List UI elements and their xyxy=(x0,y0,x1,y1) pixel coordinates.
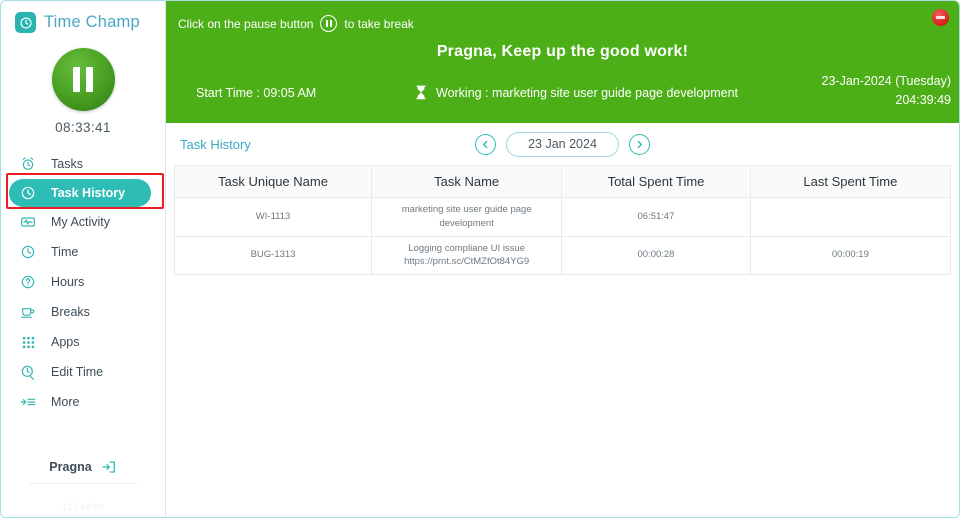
table-row[interactable]: BUG-1313 Logging compliane UI issue http… xyxy=(173,235,952,276)
column-header-last-spent-time: Last Spent Time xyxy=(749,165,952,198)
pause-icon xyxy=(86,67,93,92)
date-picker-value[interactable]: 23 Jan 2024 xyxy=(506,131,619,157)
table-header-row: Task Unique Name Task Name Total Spent T… xyxy=(173,165,952,198)
history-clock-icon xyxy=(19,184,37,202)
cell-total-spent-time: 00:00:28 xyxy=(561,235,751,276)
sidebar-item-time[interactable]: Time xyxy=(1,237,165,267)
sidebar-item-breaks[interactable]: Breaks xyxy=(1,297,165,327)
banner-date-block: 23-Jan-2024 (Tuesday) 204:39:49 xyxy=(822,72,951,110)
user-row: Pragna xyxy=(1,459,165,475)
pause-hint-suffix: to take break xyxy=(344,16,414,31)
chevron-left-icon[interactable] xyxy=(475,133,496,155)
sidebar-item-apps[interactable]: Apps xyxy=(1,327,165,357)
sidebar-nav: Tasks Task History My Activity Time Hour… xyxy=(1,149,165,417)
status-banner: Click on the pause button to take break … xyxy=(166,1,959,123)
divider xyxy=(29,483,137,484)
pause-button[interactable] xyxy=(51,48,115,111)
build-id: 1234890 xyxy=(61,502,105,512)
alarm-clock-icon xyxy=(19,155,37,173)
date-navigator: 23 Jan 2024 xyxy=(166,131,959,157)
timer-block: 08:33:41 xyxy=(1,48,165,135)
brand-name: Time Champ xyxy=(44,13,140,31)
cell-total-spent-time: 06:51:47 xyxy=(561,197,751,237)
brand: Time Champ xyxy=(1,1,165,33)
sidebar: Time Champ 08:33:41 Tasks Task History M… xyxy=(1,1,166,517)
question-circle-icon xyxy=(19,273,37,291)
column-header-task-name: Task Name xyxy=(371,165,563,198)
working-status: Working : marketing site user guide page… xyxy=(414,85,738,101)
grid-dots-icon xyxy=(19,333,37,351)
sidebar-item-my-activity[interactable]: My Activity xyxy=(1,207,165,237)
cell-task-name: Logging compliane UI issue https://prnt.… xyxy=(371,235,563,276)
total-timer: 204:39:49 xyxy=(895,92,951,107)
coffee-cup-icon xyxy=(19,303,37,321)
cell-last-spent-time xyxy=(749,197,952,237)
clock-icon xyxy=(19,243,37,261)
sidebar-item-label: Task History xyxy=(51,186,126,200)
table-row[interactable]: WI-1113 marketing site user guide page d… xyxy=(173,197,952,237)
main-content: Click on the pause button to take break … xyxy=(166,1,959,517)
greeting-text: Pragna, Keep up the good work! xyxy=(436,43,689,60)
sidebar-item-label: Apps xyxy=(51,335,80,349)
logout-icon[interactable] xyxy=(101,459,117,475)
sidebar-item-more[interactable]: More xyxy=(1,387,165,417)
table-head: Task Unique Name Task Name Total Spent T… xyxy=(173,165,952,198)
column-header-total-spent-time: Total Spent Time xyxy=(561,165,751,198)
page-title: Task History xyxy=(180,136,251,152)
sidebar-item-tasks[interactable]: Tasks xyxy=(1,149,165,179)
app-window: Time Champ 08:33:41 Tasks Task History M… xyxy=(0,0,960,518)
sidebar-item-edit-time[interactable]: Edit Time xyxy=(1,357,165,387)
table-body: WI-1113 marketing site user guide page d… xyxy=(173,197,952,276)
minimize-icon[interactable] xyxy=(932,9,949,26)
sidebar-item-hours[interactable]: Hours xyxy=(1,267,165,297)
sidebar-item-label: Time xyxy=(51,245,79,259)
sidebar-item-label: Edit Time xyxy=(51,365,104,379)
activity-icon xyxy=(19,213,37,231)
sidebar-item-label: Hours xyxy=(51,275,85,289)
current-date: 23-Jan-2024 (Tuesday) xyxy=(821,74,951,88)
sidebar-item-label: Breaks xyxy=(51,305,90,319)
sidebar-item-label: More xyxy=(51,395,80,409)
working-text: Working : marketing site user guide page… xyxy=(436,86,739,100)
task-history-table-wrap: Task Unique Name Task Name Total Spent T… xyxy=(166,165,959,276)
start-time: Start Time : 09:05 AM xyxy=(196,86,317,100)
sidebar-item-label: My Activity xyxy=(51,215,111,229)
hourglass-icon xyxy=(414,85,428,101)
user-name: Pragna xyxy=(49,460,92,474)
pause-hint: Click on the pause button to take break xyxy=(178,15,414,32)
sidebar-item-label: Tasks xyxy=(51,157,83,171)
cell-task-unique-name: BUG-1313 xyxy=(173,235,373,276)
cell-last-spent-time: 00:00:19 xyxy=(749,235,952,276)
cell-task-name: marketing site user guide page developme… xyxy=(371,197,563,237)
more-list-icon xyxy=(19,393,37,411)
pause-hint-prefix: Click on the pause button xyxy=(178,16,314,31)
cell-task-unique-name: WI-1113 xyxy=(173,197,373,237)
pause-icon xyxy=(73,67,80,92)
task-history-table: Task Unique Name Task Name Total Spent T… xyxy=(173,165,952,276)
chevron-right-icon[interactable] xyxy=(629,133,650,155)
clock-icon xyxy=(15,12,36,33)
pause-circle-icon[interactable] xyxy=(320,15,338,32)
session-timer: 08:33:41 xyxy=(55,120,111,135)
sidebar-item-task-history[interactable]: Task History xyxy=(9,179,151,207)
edit-clock-icon xyxy=(19,363,37,381)
toolbar: Task History 23 Jan 2024 xyxy=(166,123,959,165)
column-header-task-unique-name: Task Unique Name xyxy=(173,165,373,198)
